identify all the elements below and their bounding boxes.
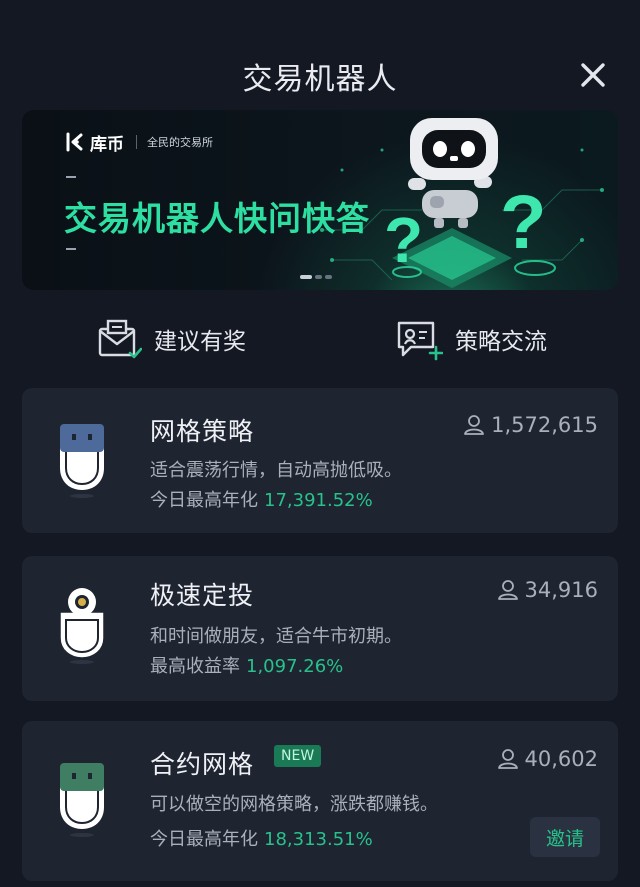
suggestion-envelope-icon: [98, 319, 142, 359]
banner-headline: 交易机器人快问快答: [64, 199, 370, 238]
carousel-indicator: [300, 275, 332, 279]
svg-text:?: ?: [500, 180, 546, 265]
carousel-dot[interactable]: [325, 275, 332, 279]
suggestion-reward-label: 建议有奖: [154, 329, 246, 355]
chat-plus-icon: [397, 321, 443, 361]
new-badge: NEW: [274, 745, 322, 767]
stat-value: 17,391.52%: [264, 490, 373, 511]
user-icon: [497, 749, 518, 769]
grid-robot-icon: [60, 424, 104, 498]
strategy-card-dca[interactable]: 极速定投 34,916 和时间做朋友，适合牛市初期。 最高收益率 1,097.26…: [22, 556, 618, 701]
user-count-value: 34,916: [524, 578, 598, 602]
decor-dash: [66, 176, 76, 178]
promo-banner[interactable]: ? ? 库币 全民的交易所 交易机器人快问快答: [22, 110, 618, 290]
strategy-description: 和时间做朋友，适合牛市初期。: [150, 626, 402, 647]
strategy-card-futures-grid[interactable]: 合约网格 NEW 40,602 可以做空的网格策略，涨跌都赚钱。 今日最高年化 1…: [22, 721, 618, 881]
strategy-card-grid[interactable]: 网格策略 1,572,615 适合震荡行情，自动高抛低吸。 今日最高年化 17,3…: [22, 388, 618, 533]
page-title: 交易机器人: [242, 62, 398, 97]
futures-grid-robot-icon: [60, 763, 104, 837]
user-icon: [464, 415, 485, 435]
brand-divider: [136, 135, 137, 149]
strategy-description: 适合震荡行情，自动高抛低吸。: [150, 460, 402, 481]
strategy-stat: 最高收益率 1,097.26%: [150, 652, 343, 678]
stat-label: 今日最高年化: [150, 490, 258, 511]
user-count-value: 1,572,615: [491, 413, 598, 437]
stat-label: 今日最高年化: [150, 829, 258, 850]
svg-text:?: ?: [384, 204, 423, 276]
brand-lockup: 库币 全民的交易所: [64, 130, 213, 155]
close-icon[interactable]: [576, 58, 610, 92]
user-icon: [497, 580, 518, 600]
decor-dash: [66, 248, 76, 250]
suggestion-reward-link[interactable]: 建议有奖: [96, 314, 246, 364]
strategy-title: 极速定投: [150, 581, 255, 610]
strategy-chat-link[interactable]: 策略交流: [395, 314, 547, 364]
strategy-description: 可以做空的网格策略，涨跌都赚钱。: [150, 794, 438, 815]
user-count: 40,602: [497, 747, 598, 771]
strategy-chat-label: 策略交流: [455, 329, 547, 355]
header: 交易机器人: [0, 0, 640, 110]
user-count: 34,916: [497, 578, 598, 602]
user-count-value: 40,602: [524, 747, 598, 771]
stat-label: 最高收益率: [150, 656, 240, 677]
stat-value: 18,313.51%: [264, 829, 373, 850]
carousel-dot-active[interactable]: [300, 275, 312, 279]
stat-value: 1,097.26%: [246, 656, 344, 677]
invite-button[interactable]: 邀请: [530, 817, 600, 857]
strategy-stat: 今日最高年化 18,313.51%: [150, 825, 373, 851]
strategy-title: 网格策略: [150, 417, 255, 446]
user-count: 1,572,615: [463, 413, 598, 437]
strategy-stat: 今日最高年化 17,391.52%: [150, 486, 373, 512]
brand-slogan: 全民的交易所: [147, 136, 213, 149]
dca-robot-icon: [59, 588, 105, 664]
strategy-title: 合约网格: [150, 750, 255, 779]
kucoin-logo-icon: [66, 132, 83, 152]
carousel-dot[interactable]: [315, 275, 322, 279]
brand-name: 库币: [90, 134, 124, 155]
